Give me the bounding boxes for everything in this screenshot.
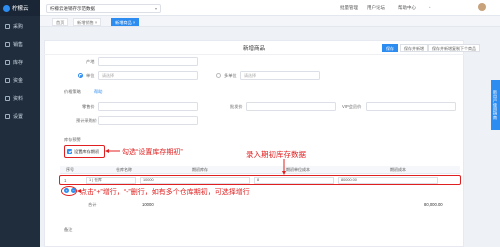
money-icon	[5, 77, 10, 83]
app-logo[interactable]: 柠檬云	[0, 0, 40, 16]
sidebar-item-purchase[interactable]: 采购	[0, 20, 40, 32]
help-center-link[interactable]: 帮助中心	[398, 5, 416, 11]
retail-price-label: 零售价	[82, 104, 95, 109]
remove-row-button[interactable]: −	[71, 188, 76, 193]
tab-bar: 首页 新增销售 × 新增商品 ×	[40, 16, 500, 27]
col-total: 期初成本	[390, 167, 406, 172]
col-index: 序号	[66, 167, 74, 172]
vip-price-input[interactable]	[366, 102, 456, 111]
total-qty: 10000	[142, 202, 154, 207]
save-button[interactable]: 保存	[382, 44, 398, 52]
sidebar-item-settings[interactable]: 设置	[0, 110, 40, 122]
unit-single-radio[interactable]	[78, 73, 83, 78]
price-help-link[interactable]: 帮助	[94, 89, 102, 95]
remark-label: 备注	[64, 227, 73, 232]
origin-input[interactable]	[98, 57, 198, 66]
add-row-button[interactable]: +	[64, 188, 69, 193]
col-unit-cost: 期初单位成本	[286, 167, 310, 172]
sidebar-item-funds[interactable]: 资金	[0, 74, 40, 86]
user-guide-tab[interactable]: 新用户使用指南	[491, 80, 500, 130]
price-section-label: 价格策略	[64, 89, 81, 94]
plusminus-annotation: 点击“+”增行，“-”删行，如有多个仓库期初，可选择增行	[80, 189, 250, 196]
unit-multi-label: 多单位	[224, 73, 237, 78]
unit-single-select[interactable]: 请选择	[98, 71, 198, 80]
wholesale-price-input[interactable]	[246, 102, 336, 111]
app-name: 柠檬云	[12, 6, 29, 12]
stock-warning-label: 库存预警	[64, 137, 81, 142]
check-annotation: 勾选“设置库存期初”	[122, 149, 183, 156]
sidebar-item-label: 销售	[13, 41, 24, 48]
col-qty: 期初库存	[192, 167, 208, 172]
initial-stock-label: 设置库存期初	[74, 149, 100, 154]
col-warehouse: 仓库名称	[116, 167, 132, 172]
page-header: 新增商品 保存 保存并新增 保存并新增复制下个商品	[44, 40, 480, 55]
table-row-index: 1	[64, 178, 67, 183]
save-and-copy-button[interactable]: 保存并新增复制下个商品	[428, 44, 480, 52]
chevron-down-icon: ▾	[154, 6, 157, 11]
store-select[interactable]: 柠檬云进销存示范数据 ▾	[46, 4, 161, 13]
cart-icon	[5, 23, 10, 29]
batch-manage-link[interactable]: 批量管理	[340, 5, 358, 11]
sidebar-item-label: 资料	[13, 95, 24, 102]
sidebar-item-label: 采购	[13, 23, 24, 30]
store-name: 柠檬云进销存示范数据	[50, 6, 95, 11]
retail-price-input[interactable]	[98, 102, 198, 111]
input-annotation: 录入期初库存数据	[246, 150, 306, 159]
sidebar-item-sales[interactable]: 销售	[0, 38, 40, 50]
vip-price-label: VIP会员价	[342, 104, 362, 109]
box-icon	[5, 59, 10, 65]
sidebar-item-label: 设置	[13, 113, 24, 120]
total-cost-input[interactable]: 80000.00	[338, 177, 438, 184]
unit-multi-select[interactable]: 请选择	[240, 71, 320, 80]
purchase-price-input[interactable]	[98, 116, 198, 125]
total-cost: 80,000.00	[424, 202, 443, 207]
initial-qty-input[interactable]: 10000	[140, 177, 250, 184]
sidebar-item-data[interactable]: 资料	[0, 92, 40, 104]
save-and-new-button[interactable]: 保存并新增	[400, 44, 428, 52]
initial-stock-checkbox[interactable]	[67, 149, 72, 154]
unit-cost-input[interactable]: 8	[254, 177, 334, 184]
folder-icon	[5, 95, 10, 101]
sales-icon	[5, 41, 10, 47]
gear-icon	[5, 113, 10, 119]
total-label: 合计	[88, 202, 97, 207]
sidebar-item-label: 资金	[13, 77, 24, 84]
avatar[interactable]	[478, 3, 486, 11]
wholesale-price-label: 批发价	[230, 104, 243, 109]
forum-link[interactable]: 用户论坛	[367, 5, 385, 11]
lemon-logo-icon	[3, 4, 10, 12]
topbar: 柠檬云进销存示范数据 ▾ 批量管理 用户论坛 帮助中心 ◔	[40, 0, 500, 16]
unit-single-label: 单位	[86, 73, 95, 78]
tab-home[interactable]: 首页	[52, 18, 69, 26]
unit-multi-radio[interactable]	[216, 73, 221, 78]
sidebar-item-label: 库存	[13, 59, 24, 66]
warehouse-select[interactable]: 1 | 仓库	[86, 177, 136, 184]
bell-icon[interactable]: ◔	[428, 5, 431, 10]
tab-new-sale[interactable]: 新增销售 ×	[73, 18, 102, 26]
sidebar-item-inventory[interactable]: 库存	[0, 56, 40, 68]
stock-table-header: 序号 仓库名称 期初库存 期初单位成本 期初成本	[60, 166, 460, 174]
tab-new-product[interactable]: 新增商品 ×	[111, 18, 140, 26]
origin-label: 产地	[86, 59, 95, 64]
purchase-price-label: 预计采购价	[76, 118, 97, 123]
